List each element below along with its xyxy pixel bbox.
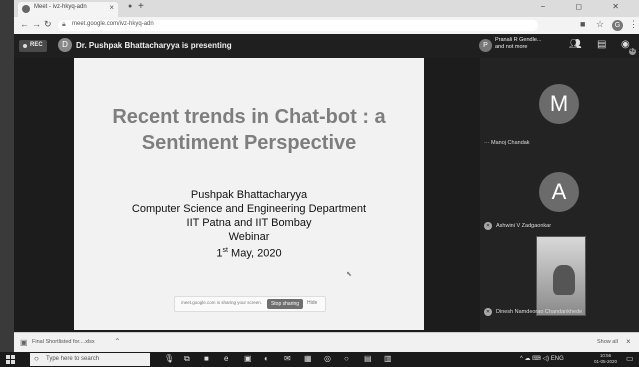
media-icon[interactable]: ○ (344, 354, 349, 363)
participant-video (536, 236, 586, 316)
clock[interactable]: 10:56 01-05-2020 (594, 353, 617, 365)
photos-icon[interactable]: ▦ (304, 354, 312, 363)
notifications-icon[interactable]: ▭ (626, 354, 634, 363)
edge-icon[interactable]: e (224, 354, 228, 363)
slide-date: 1st May, 2020 (74, 244, 424, 261)
close-icon[interactable]: × (626, 337, 631, 346)
muted-mic-icon: ✕ (484, 222, 492, 230)
presentation-slide: Recent trends in Chat-bot : a Sentiment … (74, 58, 424, 330)
back-arrow-icon[interactable]: ← (20, 19, 29, 29)
participant-avatar: A (539, 172, 579, 212)
tab-audio-icon[interactable]: ● (128, 3, 132, 10)
slide-author: Pushpak Bhattacharyya (190, 189, 308, 201)
new-tab-icon[interactable]: + (138, 1, 144, 12)
address-bar[interactable]: 🔒︎ meet.google.com/ivz-hkyq-adn (58, 20, 538, 31)
bookmark-star-icon[interactable]: ☆ (596, 19, 604, 30)
background-window-edge (0, 0, 14, 352)
tab-close-icon[interactable]: × (109, 3, 114, 12)
lock-icon: 🔒︎ (62, 21, 66, 28)
desktop-screen: Meet - ivz-hkyq-adn × ● + − ◻ ✕ ← → ↻ 🔒︎… (0, 0, 639, 367)
hide-button[interactable]: Hide (307, 300, 317, 306)
sharing-notice: meet.google.com is sharing your screen. (181, 300, 263, 305)
mail-icon[interactable]: ✉ (284, 354, 291, 363)
slide-event: Webinar (228, 231, 270, 243)
participants-panel: M ··· Manoj Chandak A ✕ Ashwini V Zadgao… (480, 58, 639, 332)
word-icon[interactable]: ▤ (364, 354, 372, 363)
recording-badge: REC (19, 40, 47, 52)
browser-tab-bar: Meet - ivz-hkyq-adn × ● + − ◻ ✕ (14, 0, 639, 17)
clock-time: 10:56 (599, 353, 612, 358)
meet-header: REC D Dr. Pushpak Bhattacharyya is prese… (14, 34, 639, 58)
presenter-avatar: D (58, 38, 72, 52)
screen-share-bar: meet.google.com is sharing your screen. … (174, 296, 326, 312)
browser-toolbar: ← → ↻ 🔒︎ meet.google.com/ivz-hkyq-adn ■ … (14, 17, 639, 35)
participant-name: Dinesh Namdeorao Chandankhede (496, 309, 583, 315)
mouse-cursor-icon: ⬉ (346, 271, 352, 278)
participant-name-text: Manoj Chandak (491, 140, 530, 146)
presenting-banner: Dr. Pushpak Bhattacharyya is presenting (76, 41, 232, 50)
participant-tile[interactable]: M ··· Manoj Chandak (480, 58, 639, 146)
windows-taskbar: ○ Type here to search 🎙︎ ⧉ ■ e ▣ ◐ ✉ ▦ ◎… (0, 352, 639, 367)
store-icon[interactable]: ▣ (244, 354, 252, 363)
browser-tab[interactable]: Meet - ivz-hkyq-adn × (18, 2, 118, 17)
taskbar-search[interactable]: ○ Type here to search (30, 353, 150, 366)
participant-name: ··· Manoj Chandak (484, 140, 530, 146)
slide-title-line-1: Recent trends in Chat-bot : a (112, 106, 386, 128)
reload-icon[interactable]: ↻ (44, 19, 52, 30)
slide-title: Recent trends in Chat-bot : a Sentiment … (74, 104, 424, 156)
search-icon: ○ (34, 354, 39, 363)
microphone-icon[interactable]: 🎙︎ (164, 354, 174, 363)
video-subject (553, 265, 575, 295)
camera-indicator-icon[interactable]: ■ (580, 19, 585, 29)
menu-dots-icon[interactable]: ⋮ (629, 19, 638, 30)
muted-mic-icon: ✕ (484, 308, 492, 316)
chat-icon[interactable]: ▤ (597, 39, 606, 50)
system-tray[interactable]: ^ ☁ ⌨ ◁) ENG (520, 355, 564, 362)
chevron-up-icon[interactable]: ⌃ (114, 337, 121, 346)
attendee-line-2: and not more (495, 44, 528, 50)
show-all-link[interactable]: Show all (597, 339, 618, 345)
meeting-main: Recent trends in Chat-bot : a Sentiment … (14, 58, 639, 332)
participant-name: Ashwini V Zadgaonkar (496, 223, 552, 229)
date-month-year: May, 2020 (227, 247, 282, 260)
rec-label: REC (30, 42, 43, 48)
download-item[interactable]: Final Shortlisted for....xlsx (32, 339, 95, 345)
people-icon[interactable]: 👥︎ (569, 39, 582, 50)
meet-favicon-icon (22, 5, 30, 13)
participant-avatar: M (539, 84, 579, 124)
search-placeholder: Type here to search (46, 356, 100, 362)
window-controls[interactable]: − ◻ ✕ (541, 2, 633, 11)
attendee-summary: Pranali R Gendle... and not more (495, 37, 541, 51)
excel-icon[interactable]: ▥ (384, 354, 392, 363)
stop-sharing-button[interactable]: Stop sharing (267, 299, 303, 309)
downloads-bar: ▣ Final Shortlisted for....xlsx ⌃ Show a… (14, 332, 639, 353)
attendee-avatar: P (479, 39, 492, 52)
account-icon[interactable]: ◉ (621, 39, 630, 50)
windows-start-icon[interactable] (6, 355, 15, 364)
record-dot-icon (23, 44, 27, 48)
attendee-line-1: Pranali R Gendle... (495, 37, 542, 43)
url-text: meet.google.com/ivz-hkyq-adn (72, 21, 154, 27)
task-view-icon[interactable]: ⧉ (184, 354, 190, 364)
participants-count-badge: 42 (629, 48, 636, 55)
file-explorer-icon[interactable]: ■ (204, 354, 209, 363)
slide-institutes: IIT Patna and IIT Bombay (186, 217, 312, 229)
slide-department: Computer Science and Engineering Departm… (131, 203, 367, 215)
presentation-stage: Recent trends in Chat-bot : a Sentiment … (14, 58, 480, 332)
firefox-icon[interactable]: ◐ (264, 354, 269, 363)
participant-tile[interactable]: A ✕ Ashwini V Zadgaonkar (480, 152, 639, 234)
file-icon: ▣ (20, 338, 28, 347)
forward-arrow-icon[interactable]: → (32, 19, 41, 29)
profile-avatar[interactable]: G (612, 20, 623, 31)
tab-title: Meet - ivz-hkyq-adn (34, 4, 87, 10)
slide-body: Pushpak Bhattacharyya Computer Science a… (74, 188, 424, 261)
slide-title-line-2: Sentiment Perspective (141, 132, 357, 154)
chrome-icon[interactable]: ◎ (324, 354, 331, 363)
clock-date: 01-05-2020 (594, 359, 618, 364)
